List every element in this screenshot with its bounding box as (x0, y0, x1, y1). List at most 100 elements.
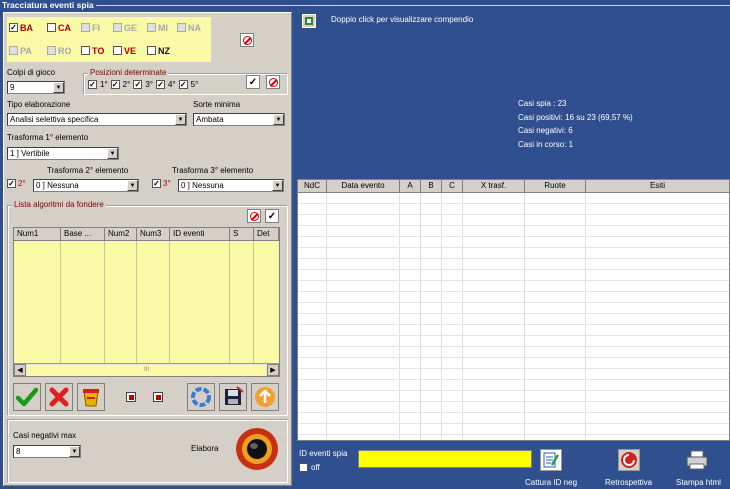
cattura-button[interactable] (540, 449, 562, 471)
column-header[interactable]: A (400, 180, 421, 193)
book-icon (305, 17, 313, 25)
check-all-positions-button[interactable]: ✓ (246, 75, 260, 89)
save-button[interactable] (219, 383, 247, 411)
refresh-button[interactable] (187, 383, 215, 411)
wheel-checkbox[interactable] (81, 23, 90, 32)
table-body (14, 241, 279, 363)
pos2-checkbox[interactable]: ✓ (110, 80, 120, 89)
trasf1-select[interactable]: 1 ] Vertibile ▼ (7, 147, 119, 160)
sorte-select[interactable]: Ambata ▼ (193, 113, 285, 126)
pos1-checkbox[interactable]: ✓ (88, 80, 97, 89)
off-checkbox[interactable] (299, 463, 308, 472)
column-header[interactable]: ID eventi (170, 228, 230, 241)
delete-button[interactable] (45, 383, 73, 411)
results-panel: Doppio click per visualizzare compendio … (296, 12, 730, 489)
trasf2-select[interactable]: 0 ] Nessuna ▼ (33, 179, 139, 192)
clear-algoritmi-button[interactable] (247, 209, 261, 223)
column-header[interactable]: Det (254, 228, 279, 241)
wheel-ca[interactable]: CA (47, 21, 71, 34)
notepad-pencil-icon (543, 452, 559, 468)
column-header[interactable]: Num2 (105, 228, 137, 241)
results-table[interactable]: NdC Data evento A B C X trasf. Ruote Esi… (297, 179, 730, 441)
wheel-checkbox[interactable] (47, 23, 56, 32)
wheel-ve[interactable]: VE (113, 44, 136, 57)
retrospettiva-button[interactable] (618, 449, 640, 471)
casi-neg-max-select[interactable]: 8 ▼ (13, 445, 81, 458)
wheel-to[interactable]: TO (81, 44, 104, 57)
column-header[interactable]: NdC (298, 180, 327, 193)
scrollbar-thumb[interactable]: III (27, 364, 266, 376)
compendio-text[interactable]: Doppio click per visualizzare compendio (331, 15, 473, 24)
column-header[interactable]: Num3 (137, 228, 170, 241)
bucket-button[interactable] (77, 383, 105, 411)
tipo-select[interactable]: Analisi selettiva specifica ▼ (7, 113, 187, 126)
wheel-checkbox[interactable] (147, 46, 156, 55)
casi-neg-max-label: Casi negativi max (13, 431, 77, 440)
column-header[interactable]: S (230, 228, 254, 241)
pos5-checkbox[interactable]: ✓ (178, 80, 188, 89)
colpi-label: Colpi di gioco (7, 68, 56, 77)
wheel-ro[interactable]: RO (47, 44, 72, 57)
clear-wheels-button[interactable] (240, 33, 254, 47)
trasf2-toggle[interactable]: ✓ 2° (7, 179, 26, 188)
elabora-button[interactable] (235, 427, 279, 471)
pos3-checkbox[interactable]: ✓ (133, 80, 143, 89)
select-all-algoritmi-button[interactable]: ✓ (265, 209, 279, 223)
arrow-right-icon[interactable]: ▶ (267, 364, 279, 376)
wheel-mi[interactable]: MI (147, 21, 168, 34)
horizontal-scrollbar[interactable]: ◀ III ▶ (14, 363, 279, 376)
column-header[interactable]: Base ... (61, 228, 105, 241)
column-header[interactable]: Esiti (586, 180, 729, 193)
wheel-checkbox[interactable]: ✓ (9, 23, 18, 32)
confirm-button[interactable] (13, 383, 41, 411)
retrospettiva-label: Retrospettiva (605, 478, 653, 487)
forbidden-icon (242, 35, 252, 45)
wheel-ge[interactable]: GE (113, 21, 137, 34)
printer-icon (686, 450, 708, 470)
wheel-ba[interactable]: ✓ BA (9, 21, 33, 34)
wheel-checkbox[interactable] (113, 23, 122, 32)
wheel-checkbox[interactable] (81, 46, 90, 55)
chevron-down-icon: ▼ (127, 180, 138, 191)
wheel-checkbox[interactable] (47, 46, 56, 55)
trasf2-checkbox[interactable]: ✓ (7, 179, 16, 188)
wheel-checkbox[interactable] (147, 23, 156, 32)
move-up-button[interactable] (126, 392, 136, 402)
stat-casi-positivi: Casi positivi: 16 su 23 (69,57 %) (518, 113, 633, 122)
trasf2-label: Trasforma 2° elemento (47, 166, 129, 175)
colpi-select[interactable]: 9 ▼ (7, 81, 65, 94)
pos4-checkbox[interactable]: ✓ (155, 80, 165, 89)
wheel-checkbox[interactable] (9, 46, 18, 55)
off-toggle[interactable]: off (299, 463, 320, 472)
stat-casi-negativi: Casi negativi: 6 (518, 126, 573, 135)
trasf3-toggle[interactable]: ✓ 3° (152, 179, 171, 188)
arrow-left-icon[interactable]: ◀ (14, 364, 26, 376)
wheel-nz[interactable]: NZ (147, 44, 170, 57)
column-header[interactable]: Data evento (327, 180, 400, 193)
id-eventi-input[interactable] (358, 450, 532, 468)
move-down-button[interactable] (153, 392, 163, 402)
window-title: Tracciatura eventi spia (0, 0, 730, 10)
stampa-button[interactable] (684, 449, 710, 471)
wheel-fi[interactable]: FI (81, 21, 100, 34)
stat-casi-spia: Casi spia : 23 (518, 99, 567, 108)
clear-positions-button[interactable] (266, 75, 280, 89)
column-header[interactable]: X trasf. (463, 180, 525, 193)
trasf3-select[interactable]: 0 ] Nessuna ▼ (178, 179, 284, 192)
wheel-na[interactable]: NA (177, 21, 201, 34)
column-header[interactable]: B (421, 180, 442, 193)
column-header[interactable]: C (442, 180, 463, 193)
trasf3-label: Trasforma 3° elemento (172, 166, 254, 175)
upload-button[interactable] (251, 383, 279, 411)
algoritmi-table[interactable]: Num1 Base ... Num2 Num3 ID eventi S Det … (13, 227, 280, 377)
column-header[interactable]: Ruote (525, 180, 586, 193)
compendio-icon[interactable] (302, 14, 316, 28)
column-header[interactable]: Num1 (14, 228, 61, 241)
trasf3-checkbox[interactable]: ✓ (152, 179, 161, 188)
wheel-pa[interactable]: PA (9, 44, 32, 57)
wheel-checkbox[interactable] (177, 23, 186, 32)
forbidden-icon (268, 77, 278, 87)
wheel-checkbox[interactable] (113, 46, 122, 55)
square-icon (155, 394, 161, 400)
results-body (298, 193, 729, 440)
